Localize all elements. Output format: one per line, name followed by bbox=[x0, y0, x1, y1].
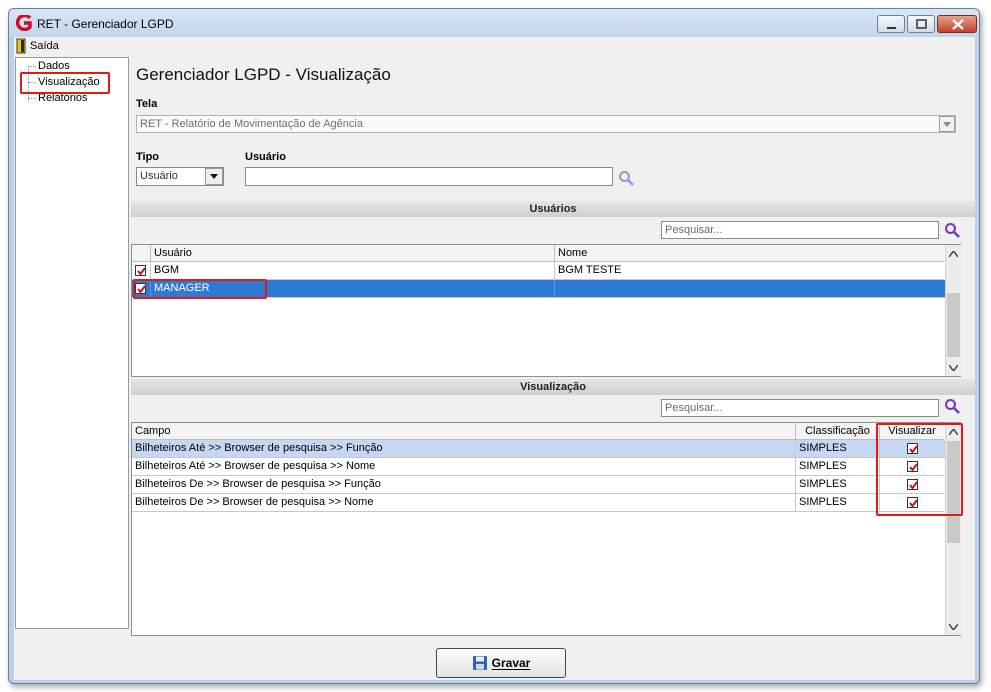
close-icon bbox=[952, 19, 964, 30]
maximize-button[interactable] bbox=[907, 15, 935, 33]
classificacao-cell: SIMPLES bbox=[796, 458, 880, 476]
scroll-up-arrow[interactable] bbox=[946, 246, 961, 261]
tree-connector bbox=[28, 66, 36, 67]
chevron-down-icon bbox=[210, 174, 218, 179]
usuario-search-icon[interactable] bbox=[618, 170, 634, 186]
annotation-highlight bbox=[876, 423, 963, 516]
table-row[interactable]: Bilheteiros Até >> Browser de pesquisa >… bbox=[132, 458, 944, 476]
usuarios-scrollbar[interactable] bbox=[945, 245, 961, 376]
tela-label: Tela bbox=[136, 98, 158, 110]
app-window: RET - Gerenciador LGPD Saída Dados Visua… bbox=[8, 8, 980, 684]
tree-item-dados[interactable]: Dados bbox=[38, 60, 70, 72]
usuario-input[interactable] bbox=[245, 167, 613, 186]
annotation-highlight bbox=[133, 279, 267, 299]
title-bar: RET - Gerenciador LGPD bbox=[9, 9, 979, 37]
classificacao-cell: SIMPLES bbox=[796, 476, 880, 494]
column-header-nome[interactable]: Nome bbox=[555, 245, 944, 262]
chevron-down-icon bbox=[943, 121, 951, 127]
scroll-down-arrow[interactable] bbox=[946, 360, 961, 375]
table-row[interactable]: BGM BGM TESTE bbox=[132, 262, 944, 280]
table-row[interactable]: Bilheteiros De >> Browser de pesquisa >>… bbox=[132, 476, 944, 494]
column-header-classificacao[interactable]: Classificação bbox=[796, 423, 880, 440]
usuario-label: Usuário bbox=[245, 151, 286, 163]
classificacao-cell: SIMPLES bbox=[796, 440, 880, 458]
usuarios-grid: Usuário Nome BGM BGM TESTE MANAGER bbox=[131, 244, 961, 377]
campo-cell: Bilheteiros Até >> Browser de pesquisa >… bbox=[132, 440, 796, 458]
usuario-cell: BGM bbox=[151, 262, 555, 280]
visualizacao-grid-header: Campo Classificação Visualizar bbox=[132, 423, 944, 440]
tree-connector bbox=[28, 98, 36, 99]
scroll-thumb[interactable] bbox=[947, 293, 960, 357]
floppy-disk-icon bbox=[472, 656, 487, 670]
campo-cell: Bilheteiros De >> Browser de pesquisa >>… bbox=[132, 494, 796, 512]
visualizacao-section-header: Visualização bbox=[131, 379, 975, 395]
scroll-down-arrow[interactable] bbox=[946, 619, 961, 634]
save-button[interactable]: Gravar bbox=[436, 648, 566, 678]
minimize-button[interactable] bbox=[877, 15, 905, 33]
check-column-header bbox=[132, 245, 151, 262]
row-checkbox-cell[interactable] bbox=[132, 262, 151, 280]
visualizacao-grid: Campo Classificação Visualizar Bilheteir… bbox=[131, 422, 963, 636]
nome-cell: BGM TESTE bbox=[558, 264, 622, 276]
exit-menu-item[interactable]: Saída bbox=[16, 38, 59, 54]
usuarios-search-icon[interactable] bbox=[944, 222, 960, 238]
tela-field[interactable]: RET - Relatório de Movimentação de Agênc… bbox=[136, 115, 956, 133]
campo-cell: Bilheteiros Até >> Browser de pesquisa >… bbox=[132, 458, 796, 476]
client-area: Saída Dados Visualização Relatórios Gere… bbox=[14, 37, 975, 680]
maximize-icon bbox=[916, 19, 927, 29]
nome-cell bbox=[555, 280, 944, 298]
window-title: RET - Gerenciador LGPD bbox=[37, 17, 174, 31]
table-row[interactable]: Bilheteiros De >> Browser de pesquisa >>… bbox=[132, 494, 944, 512]
door-exit-icon bbox=[16, 38, 26, 54]
main-panel: Gerenciador LGPD - Visualização Tela RET… bbox=[131, 57, 975, 636]
tipo-label: Tipo bbox=[136, 151, 160, 163]
visualizacao-search-icon[interactable] bbox=[944, 398, 960, 414]
usuarios-grid-header: Usuário Nome bbox=[132, 245, 944, 262]
usuarios-section-header: Usuários bbox=[131, 201, 975, 217]
classificacao-cell: SIMPLES bbox=[796, 494, 880, 512]
minimize-icon bbox=[887, 27, 896, 29]
save-label: Gravar bbox=[491, 656, 531, 670]
menu-bar: Saída bbox=[14, 37, 975, 55]
column-header-usuario[interactable]: Usuário bbox=[151, 245, 555, 262]
tipo-dropdown-button[interactable] bbox=[205, 168, 223, 185]
usuarios-search-input[interactable]: Pesquisar... bbox=[661, 221, 939, 239]
close-button[interactable] bbox=[937, 15, 977, 33]
app-logo-icon bbox=[15, 15, 32, 31]
checkbox-checked[interactable] bbox=[135, 264, 146, 276]
visualizacao-search-input[interactable]: Pesquisar... bbox=[661, 399, 939, 417]
column-header-campo[interactable]: Campo bbox=[132, 423, 796, 440]
campo-cell: Bilheteiros De >> Browser de pesquisa >>… bbox=[132, 476, 796, 494]
annotation-highlight bbox=[20, 72, 110, 94]
table-row-selected[interactable]: Bilheteiros Até >> Browser de pesquisa >… bbox=[132, 440, 960, 458]
page-title: Gerenciador LGPD - Visualização bbox=[136, 65, 391, 84]
navigation-tree: Dados Visualização Relatórios bbox=[15, 57, 129, 629]
exit-label: Saída bbox=[30, 40, 59, 52]
tela-dropdown-button[interactable] bbox=[939, 116, 955, 132]
